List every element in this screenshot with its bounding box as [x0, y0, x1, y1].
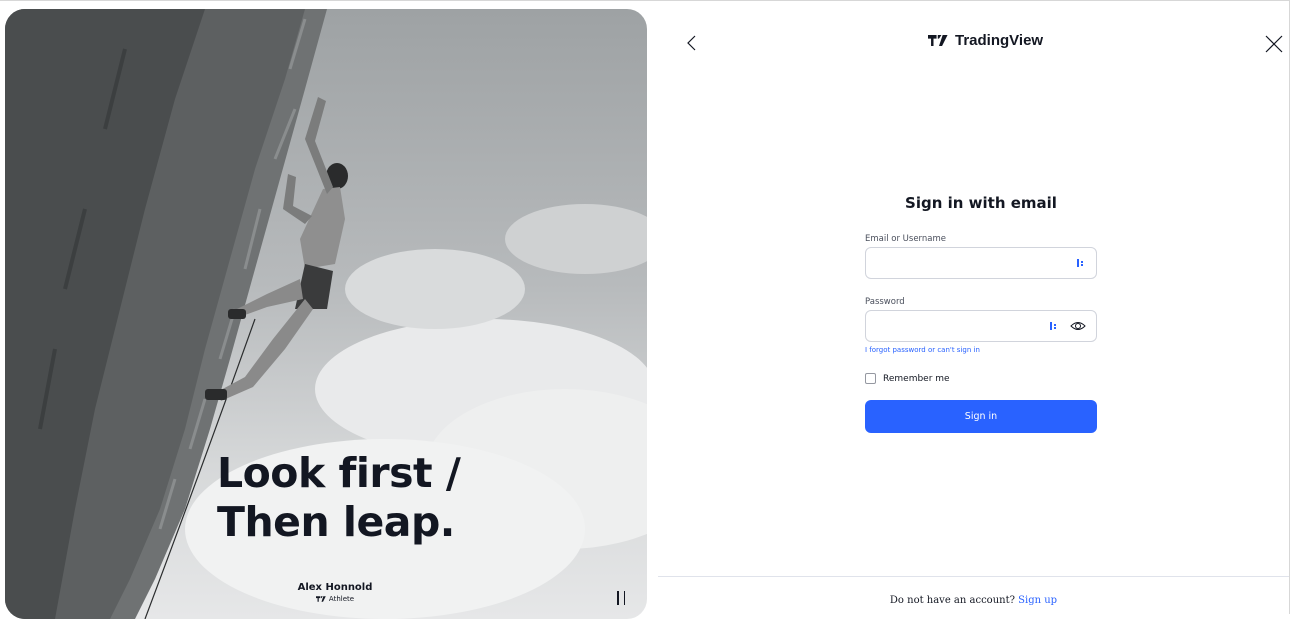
tradingview-logo-icon [315, 596, 326, 602]
password-manager-icon[interactable] [1075, 257, 1087, 269]
brand-logo: TradingView [928, 32, 1043, 49]
password-field[interactable] [866, 311, 1066, 341]
sign-up-link[interactable]: Sign up [1018, 595, 1057, 606]
headline-line-1: Look first / [217, 449, 461, 497]
forgot-password-link[interactable]: I forgot password or can't sign in [865, 346, 1097, 354]
tradingview-logo-icon [928, 35, 948, 46]
window-top-border [0, 0, 1290, 1]
athlete-credit: Alex Honnold Athlete [255, 582, 415, 603]
email-label: Email or Username [865, 234, 947, 244]
brand-name: TradingView [955, 32, 1044, 49]
sign-in-button[interactable]: Sign in [865, 400, 1097, 433]
remember-me-checkbox[interactable] [865, 373, 876, 384]
athlete-name: Alex Honnold [297, 582, 373, 593]
headline-line-2: Then leap. [217, 498, 455, 546]
pause-icon-bar [623, 591, 625, 605]
hero-headline: Look first / Then leap. [217, 449, 461, 547]
remember-me: Remember me [865, 373, 1097, 384]
footer-divider [658, 576, 1289, 577]
password-label: Password [865, 297, 905, 307]
email-field-wrapper [865, 247, 1097, 279]
password-field-wrapper [865, 310, 1097, 342]
close-button[interactable] [1263, 33, 1285, 55]
hero-image: Look first / Then leap. Alex Honnold Ath… [5, 9, 647, 619]
pause-icon-bar [617, 591, 619, 605]
sign-in-panel: TradingView Sign in with email Email or … [658, 9, 1289, 614]
eye-icon[interactable] [1070, 318, 1086, 334]
signup-footer: Do not have an account? Sign up [658, 595, 1289, 606]
form-title: Sign in with email [905, 194, 1057, 212]
password-manager-icon[interactable] [1048, 320, 1060, 332]
remember-me-label: Remember me [883, 373, 950, 384]
close-icon [1265, 35, 1283, 53]
pause-button[interactable] [613, 591, 629, 609]
back-arrow-icon [687, 35, 696, 51]
athlete-role: Athlete [255, 595, 415, 603]
athlete-role-label: Athlete [328, 595, 355, 603]
sign-in-form: Sign in with email Email or Username Pas… [865, 194, 1097, 433]
signup-prompt: Do not have an account? [889, 595, 1015, 606]
back-button[interactable] [682, 33, 702, 53]
email-field[interactable] [866, 248, 1066, 278]
